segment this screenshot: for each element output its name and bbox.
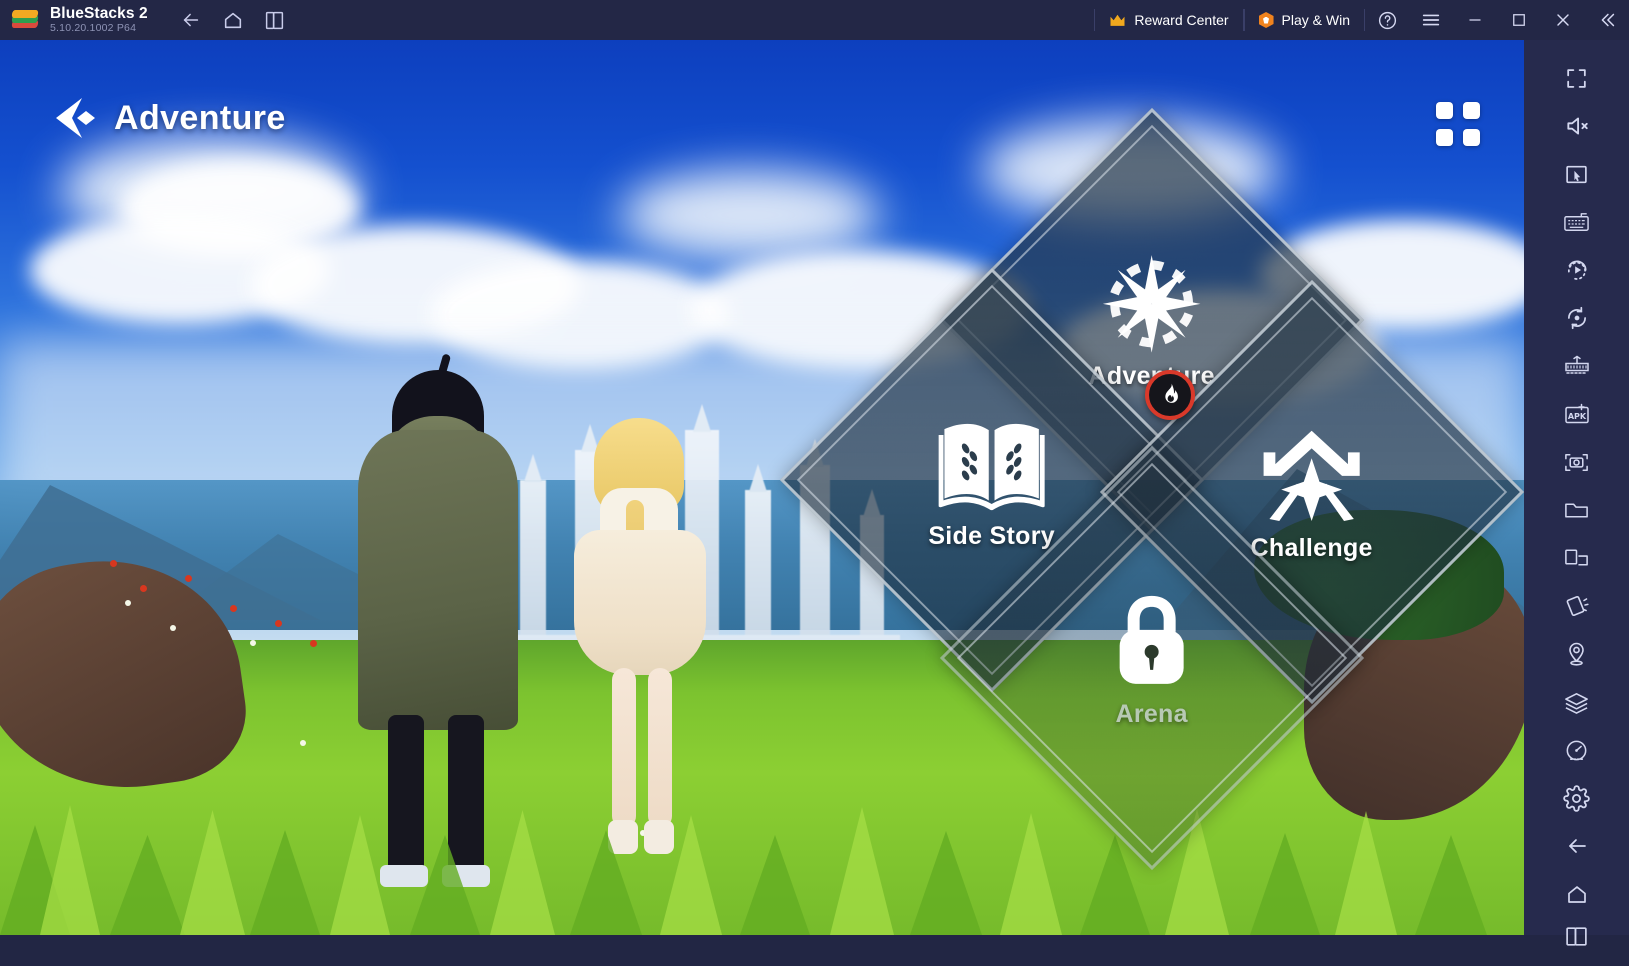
mountain-star-icon: [1258, 422, 1366, 530]
sync-circle-icon[interactable]: [1547, 294, 1607, 342]
play-and-win-button[interactable]: Play & Win: [1243, 0, 1366, 40]
scene-character-female: [560, 400, 720, 870]
shake-device-icon[interactable]: [1547, 582, 1607, 630]
game-hud-header: Adventure: [0, 40, 1524, 160]
compass-rose-icon: [1098, 250, 1206, 358]
game-back-button[interactable]: Adventure: [42, 96, 286, 140]
double-chevron-left-icon[interactable]: [1585, 0, 1629, 40]
app-title-block: BlueStacks 2 5.10.20.1002 P64: [50, 4, 148, 35]
game-back-arrow-icon: [42, 96, 98, 140]
menu-tile-label: Arena: [1115, 699, 1189, 728]
window-title-bar: BlueStacks 2 5.10.20.1002 P64 Reward Cen…: [0, 0, 1629, 40]
camera-icon[interactable]: [1547, 438, 1607, 486]
app-name: BlueStacks 2: [50, 4, 148, 22]
minimize-button[interactable]: [1453, 0, 1497, 40]
bottom-overlay-strip: [0, 925, 1524, 935]
padlock-icon: [1098, 588, 1206, 696]
menu-tile-label: Side Story: [928, 521, 1056, 550]
bluestacks-logo-icon: [11, 7, 39, 33]
help-circle-icon[interactable]: [1365, 0, 1409, 40]
reward-center-button[interactable]: Reward Center: [1094, 0, 1244, 40]
maximize-button[interactable]: [1497, 0, 1541, 40]
fullscreen-icon[interactable]: [1547, 54, 1607, 102]
svg-text:APK: APK: [1567, 411, 1586, 420]
play-record-icon[interactable]: [1547, 246, 1607, 294]
scene-character-male: [330, 360, 545, 887]
apk-install-icon[interactable]: APK: [1547, 390, 1607, 438]
game-viewport[interactable]: Adventure Adventure Side Story Challenge…: [0, 40, 1524, 935]
app-version: 5.10.20.1002 P64: [50, 22, 137, 35]
fire-badge-icon[interactable]: [1145, 370, 1195, 420]
instance-sync-icon[interactable]: [1547, 342, 1607, 390]
page-title: Adventure: [114, 98, 286, 137]
location-pin-icon[interactable]: [1547, 630, 1607, 678]
home-icon[interactable]: [212, 0, 254, 40]
menu-tile-label: Challenge: [1250, 533, 1374, 562]
adventure-mode-menu: Adventure Side Story Challenge Arena: [779, 107, 1524, 871]
close-button[interactable]: [1541, 0, 1585, 40]
recent-apps-icon[interactable]: [1547, 918, 1607, 966]
crown-icon: [1109, 14, 1126, 27]
play-and-win-label: Play & Win: [1281, 12, 1350, 28]
grid-dots-icon[interactable]: [1436, 102, 1480, 146]
folder-icon[interactable]: [1547, 486, 1607, 534]
speedometer-icon[interactable]: [1547, 726, 1607, 774]
android-back-icon[interactable]: [1547, 822, 1607, 870]
android-home-icon[interactable]: [1547, 870, 1607, 918]
screen-split-icon[interactable]: [1547, 534, 1607, 582]
open-book-icon: [938, 410, 1046, 518]
gear-icon[interactable]: [1547, 774, 1607, 822]
titlebar-nav-group: [170, 0, 296, 40]
instance-manager-icon[interactable]: [254, 0, 296, 40]
volume-mute-icon[interactable]: [1547, 102, 1607, 150]
arrow-left-icon[interactable]: [170, 0, 212, 40]
reward-center-label: Reward Center: [1134, 12, 1229, 28]
pointer-in-frame-icon[interactable]: [1547, 150, 1607, 198]
bluestacks-sidebar: APK: [1524, 40, 1629, 946]
hexagon-coin-icon: [1258, 12, 1274, 28]
keyboard-icon[interactable]: [1547, 198, 1607, 246]
hamburger-menu-icon[interactable]: [1409, 0, 1453, 40]
layers-icon[interactable]: [1547, 678, 1607, 726]
